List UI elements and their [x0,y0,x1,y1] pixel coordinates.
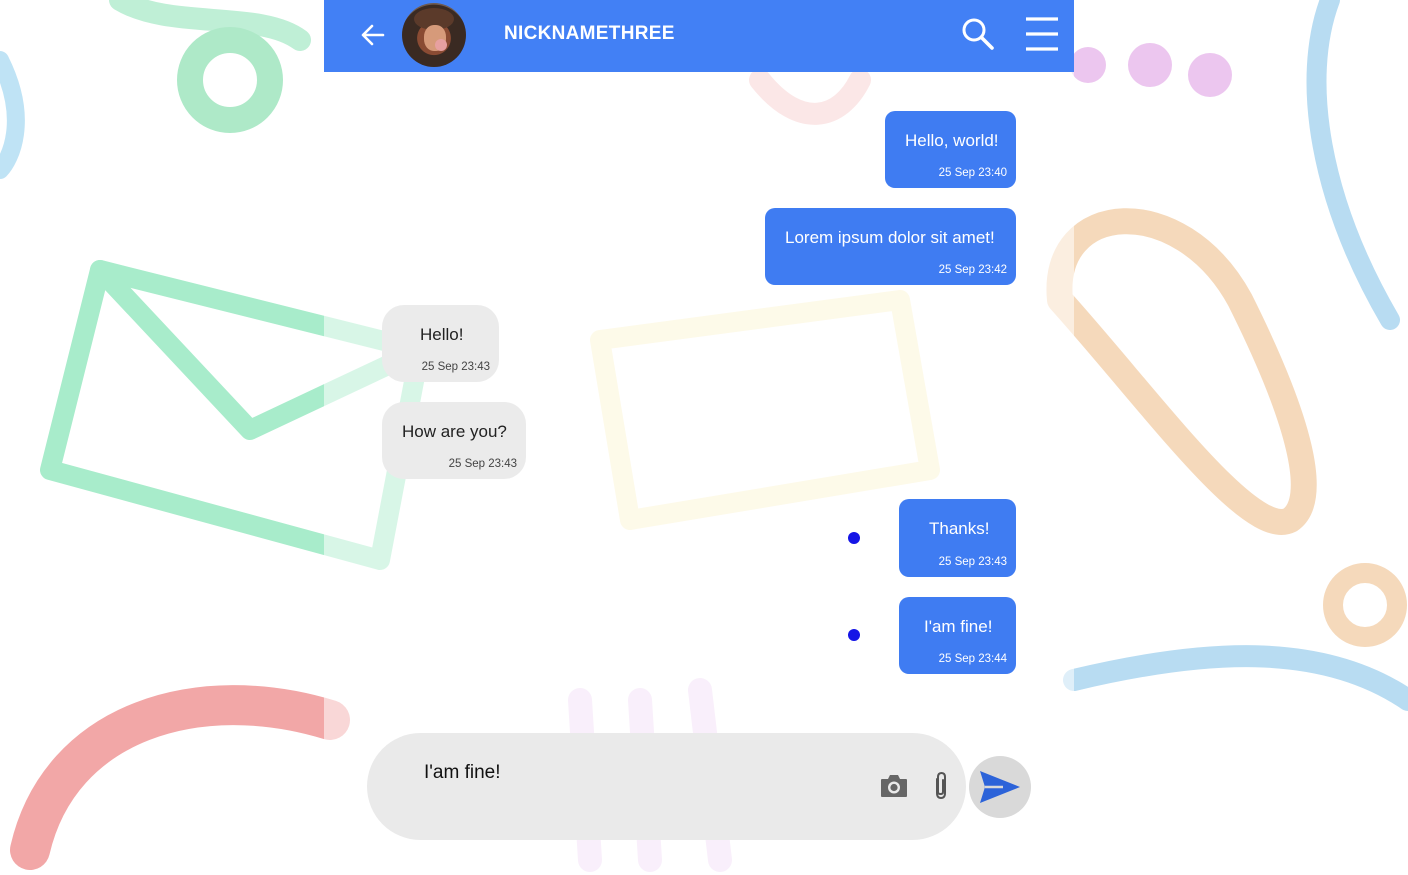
message-input[interactable] [422,757,846,789]
message-timestamp: 25 Sep 23:42 [938,264,1007,276]
chat-window: NICKNAMETHREE Hello, world! 25 Sep 23:40… [324,0,1074,875]
message-timestamp: 25 Sep 23:44 [938,653,1007,665]
avatar[interactable] [402,3,466,67]
message-bubble-incoming[interactable]: Hello! 25 Sep 23:43 [382,305,499,382]
unread-indicator-dot [848,532,860,544]
menu-button[interactable] [1024,16,1060,52]
arrow-left-icon [361,24,385,46]
message-bubble-outgoing[interactable]: I'am fine! 25 Sep 23:44 [899,597,1016,674]
camera-button[interactable] [879,773,909,799]
message-text: Hello, world! [905,131,999,150]
attach-button[interactable] [928,771,954,801]
message-bubble-outgoing[interactable]: Thanks! 25 Sep 23:43 [899,499,1016,577]
search-button[interactable] [960,16,996,52]
message-timestamp: 25 Sep 23:43 [938,556,1007,568]
message-timestamp: 25 Sep 23:40 [938,167,1007,179]
message-text: Lorem ipsum dolor sit amet! [785,228,995,247]
contact-name: NICKNAMETHREE [504,23,675,44]
message-bubble-incoming[interactable]: How are you? 25 Sep 23:43 [382,402,526,479]
message-timestamp: 25 Sep 23:43 [448,458,517,470]
message-text: Thanks! [929,519,990,538]
message-text: Hello! [420,325,464,344]
send-icon [980,771,1020,803]
message-bubble-outgoing[interactable]: Hello, world! 25 Sep 23:40 [885,111,1016,188]
message-text: How are you? [402,422,507,441]
search-icon [962,18,994,50]
paperclip-icon [936,771,946,800]
hamburger-menu-icon [1026,17,1058,51]
camera-icon [881,775,907,797]
message-bubble-outgoing[interactable]: Lorem ipsum dolor sit amet! 25 Sep 23:42 [765,208,1016,285]
back-button[interactable] [358,20,388,50]
message-composer [367,733,966,840]
message-timestamp: 25 Sep 23:43 [421,361,490,373]
send-button[interactable] [969,756,1031,818]
message-text: I'am fine! [924,617,993,636]
unread-indicator-dot [848,629,860,641]
chat-header: NICKNAMETHREE [324,0,1074,72]
